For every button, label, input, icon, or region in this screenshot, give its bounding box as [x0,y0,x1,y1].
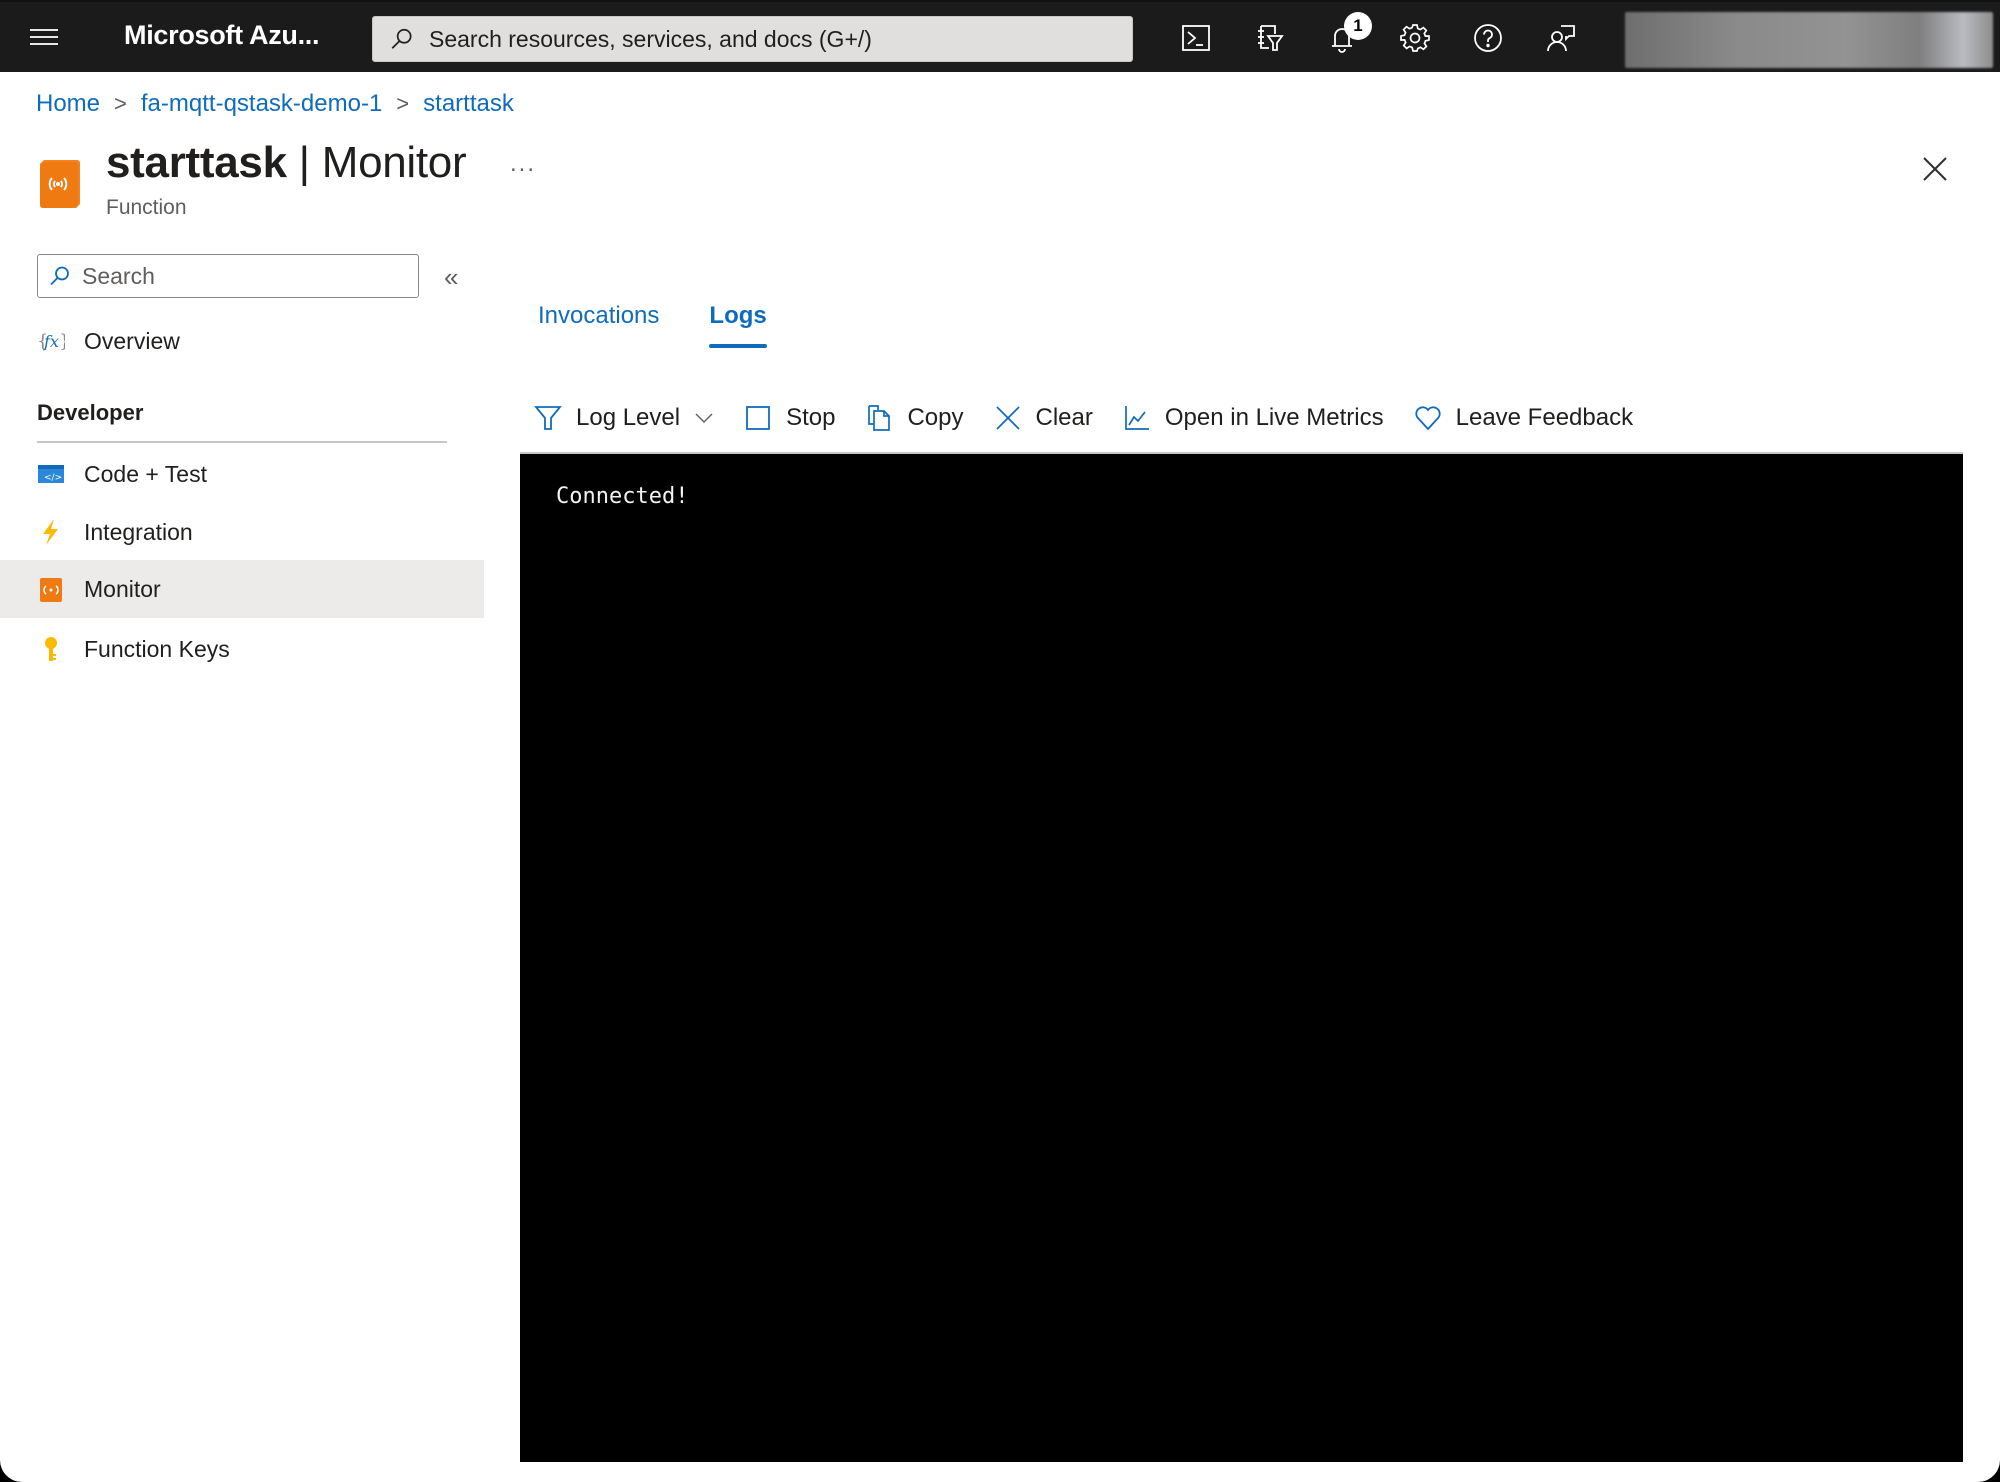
stop-button[interactable]: Stop [744,404,835,432]
breadcrumb-home[interactable]: Home [36,90,100,118]
feedback-label: Leave Feedback [1455,404,1634,431]
topbar-icons: 1 [1172,12,1610,62]
open-live-metrics-button[interactable]: Open in Live Metrics [1123,404,1384,432]
hamburger-icon-line [30,36,58,38]
heart-icon [1415,406,1441,431]
log-level-label: Log Level [576,404,681,431]
account-menu-redacted[interactable] [1625,12,1993,68]
line-chart-icon [1125,406,1149,430]
sidebar-item-label: Monitor [84,575,161,602]
cloud-shell-button[interactable] [1172,14,1220,62]
sidebar-item-overview[interactable]: {fx} Overview [0,312,484,370]
cloud-shell-icon [1182,25,1210,51]
global-search-box[interactable] [372,16,1133,62]
function-monitor-icon [40,160,80,208]
monitor-icon [37,575,65,603]
top-bar: Microsoft Azu... 1 [0,0,2000,72]
filter-icon [534,406,562,430]
sidebar-search-box[interactable] [37,254,419,298]
hamburger-icon-line [30,43,58,45]
code-icon: </> [37,460,65,488]
monitor-tabs: Invocations Logs [538,302,817,348]
log-console[interactable]: Connected! [520,452,1963,1462]
log-level-dropdown[interactable]: Log Level [534,404,714,432]
log-line: Connected! [556,484,689,509]
help-button[interactable] [1464,14,1512,62]
sidebar-item-label: Integration [84,518,193,545]
section-header-developer: Developer [37,400,144,425]
section-divider [37,441,447,443]
portal-brand-link[interactable]: Microsoft Azu... [124,20,320,51]
feedback-icon [1547,25,1575,52]
lightning-icon [37,518,65,546]
sidebar-item-monitor[interactable]: Monitor [0,560,484,618]
help-icon [1474,24,1502,52]
page-subtitle: Function [106,196,187,219]
close-icon[interactable] [1918,152,1952,186]
feedback-button[interactable] [1537,14,1585,62]
global-search-input[interactable] [429,25,1109,53]
clear-label: Clear [1035,404,1093,431]
clear-icon [995,406,1020,430]
notifications-button[interactable]: 1 [1318,12,1372,62]
tab-logs[interactable]: Logs [709,302,768,348]
logs-toolbar: Log Level Stop Copy Clear Open in Live M… [534,398,1663,438]
search-icon [50,266,69,286]
breadcrumb-function-app[interactable]: fa-mqtt-qstask-demo-1 [141,90,382,118]
breadcrumb-function[interactable]: starttask [423,90,514,118]
key-icon [37,635,65,663]
svg-text:}: } [59,331,65,352]
sidebar-item-label: Code + Test [84,460,207,487]
stop-icon [746,406,770,430]
more-options-button[interactable]: ... [510,150,536,178]
chevron-right-icon: > [396,91,410,116]
stop-label: Stop [786,404,836,431]
chevron-down-icon [695,413,713,423]
collapse-sidebar-button[interactable]: « [444,262,458,293]
sidebar-item-integration[interactable]: Integration [0,503,484,561]
directory-filter-button[interactable] [1245,14,1293,62]
portal-menu-button[interactable] [30,24,58,50]
hamburger-icon-line [30,29,58,31]
leave-feedback-button[interactable]: Leave Feedback [1414,404,1633,432]
sidebar-item-code-test[interactable]: </> Code + Test [0,445,484,503]
notification-count-badge: 1 [1344,12,1372,40]
breadcrumb: Home > fa-mqtt-qstask-demo-1 > starttask [36,90,514,118]
directory-filter-icon [1258,25,1284,51]
sidebar-item-label: Function Keys [84,635,230,662]
copy-label: Copy [907,404,964,431]
sidebar-item-label: Overview [84,327,180,354]
copy-icon [868,405,891,431]
live-metrics-label: Open in Live Metrics [1164,404,1384,431]
azure-portal-window: Microsoft Azu... 1 [0,0,2000,1482]
function-fx-icon: {fx} [37,327,65,355]
page-title-blade: | Monitor [286,138,467,187]
sidebar-search-input[interactable] [82,262,402,290]
sidebar-item-function-keys[interactable]: Function Keys [0,620,484,678]
search-icon [391,28,412,49]
settings-icon [1400,24,1430,52]
settings-button[interactable] [1391,14,1439,62]
chevron-right-icon: > [114,91,127,116]
page-title-resource: starttask [106,138,287,187]
page-title: starttask | Monitor [106,138,467,188]
clear-button[interactable]: Clear [994,404,1093,432]
svg-text:fx: fx [43,332,59,351]
copy-button[interactable]: Copy [865,404,964,432]
svg-text:</>: </> [44,473,62,483]
tab-invocations[interactable]: Invocations [538,302,659,348]
